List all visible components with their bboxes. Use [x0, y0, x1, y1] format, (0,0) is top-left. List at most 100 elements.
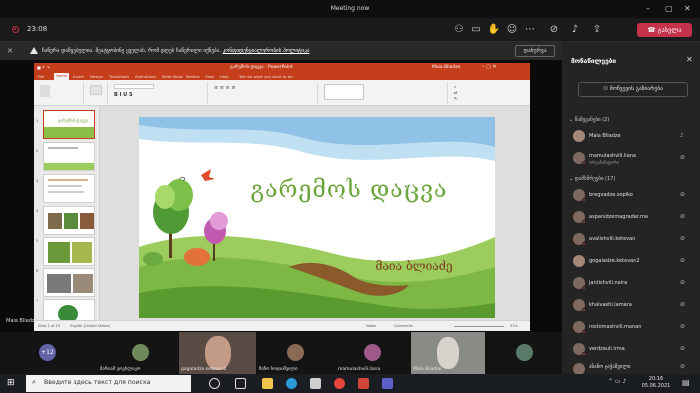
more-options-icon[interactable]: ⋯	[523, 24, 537, 36]
thumb-number: 6	[36, 269, 39, 273]
participant-row[interactable]: Maia Bliadze ♪	[562, 126, 700, 146]
participant-row[interactable]: rostomashvili.manan ⊘	[562, 317, 700, 337]
ppt-tab-review[interactable]: Review	[186, 74, 200, 79]
busy-status-icon	[582, 198, 586, 202]
presenters-section-header[interactable]: ⌄ წამყვანები (2)	[569, 117, 609, 123]
share-invite-button[interactable]: ⚇ მოწვევის გაზიარება	[578, 82, 688, 97]
slide-thumbnail-4[interactable]	[43, 206, 95, 235]
slide-thumbnail-2[interactable]	[43, 142, 95, 171]
video-tile[interactable]: mamulashvili.liana	[336, 332, 410, 374]
avatar	[573, 255, 585, 267]
ppt-slide-thumbnails: 1 გარემოს დაცვა 2 3 4 5 6 7	[34, 106, 100, 328]
ppt-zoom-slider[interactable]	[454, 326, 504, 327]
video-tile[interactable]: Maia Bliadze	[411, 332, 485, 374]
paragraph-icons[interactable]: ≡ ≡ ≡ ≡	[214, 85, 236, 91]
busy-status-icon	[582, 161, 586, 165]
autosave-icon[interactable]: ■ ↶ ↷	[37, 65, 50, 70]
attendees-section-header[interactable]: ⌄ დამსწრეები (17)	[569, 176, 615, 182]
minimize-icon[interactable]: –	[646, 4, 650, 13]
participant-row[interactable]: mamulashvili.liana ორგანიზატორი ⊘	[562, 148, 700, 168]
teams-taskbar-icon[interactable]	[382, 378, 393, 389]
ppt-window-controls-icon[interactable]: – ▢ ✕	[482, 64, 497, 70]
video-tile[interactable]: gogaladze.ketevan2	[179, 332, 256, 374]
taskbar-clock[interactable]: 20:16 05.06.2021	[640, 376, 672, 390]
slide-thumbnail-3[interactable]	[43, 174, 95, 203]
ppt-user-name: Maia Bliadze	[432, 65, 461, 70]
ppt-notes-button[interactable]: Notes	[366, 324, 376, 328]
maximize-icon[interactable]: ▢	[665, 4, 673, 13]
video-tile[interactable]	[486, 332, 562, 374]
windows-start-icon[interactable]: ⊞	[7, 379, 15, 388]
ppt-editing-group[interactable]	[448, 82, 530, 104]
font-name-box[interactable]	[114, 84, 154, 89]
participant-row[interactable]: khalvashi.lamara ⊘	[562, 295, 700, 315]
mic-muted-icon: ⊘	[680, 235, 686, 242]
meeting-controls-bar: 23:08 ⚇ ▭ ✋ ☺ ⋯ ⊘ ♪ ⇪ ☎ გასვლა	[0, 18, 700, 42]
more-participants-badge[interactable]: +12	[39, 344, 56, 361]
recording-notice-banner: ✕ ჩაწერა დაწყებულია. შეატყობინე ყველას, …	[0, 42, 562, 60]
privacy-policy-link[interactable]: კონფიდენციალურობის პოლიტიკა	[223, 48, 310, 54]
ppt-tell-me-search[interactable]: Tell me what you want to do	[239, 74, 293, 79]
close-window-icon[interactable]: ✕	[684, 4, 691, 13]
participant-row[interactable]: jantishvili.naira ⊘	[562, 273, 700, 293]
ppt-tab-transitions[interactable]: Transitions	[109, 74, 129, 79]
video-tile[interactable]: მარიამ ეოგხლიკო	[98, 332, 178, 374]
participants-header: მონაწილეები	[571, 57, 617, 65]
slide-thumbnail-6[interactable]	[43, 268, 95, 297]
chat-icon[interactable]: ▭	[469, 24, 483, 36]
participants-icon[interactable]: ⚇	[452, 24, 466, 36]
participant-row[interactable]: aspanidzemagradar.ma ⊘	[562, 207, 700, 227]
participant-row[interactable]: gogaladze.ketevan2 ⊘	[562, 251, 700, 271]
ppt-tab-file[interactable]: File	[38, 74, 44, 79]
slide-thumbnail-5[interactable]	[43, 237, 95, 266]
participant-name: aspanidzemagradar.ma	[589, 214, 648, 220]
phone-icon: ☎	[647, 26, 658, 34]
paste-icon[interactable]	[40, 85, 50, 97]
ppt-tab-view[interactable]: View	[205, 74, 214, 79]
font-format-icons[interactable]: B I U S	[114, 92, 133, 98]
ppt-tab-insert[interactable]: Insert	[73, 74, 84, 79]
participant-row[interactable]: avalishvili.ketevan ⊘	[562, 229, 700, 249]
participant-name: bregvadze.sopiko	[589, 192, 633, 198]
ppt-tab-home[interactable]: Home	[54, 73, 70, 80]
leave-button[interactable]: ☎ გასვლა	[637, 23, 692, 37]
participant-row[interactable]: verdzauli.irma ⊘	[562, 339, 700, 359]
reactions-icon[interactable]: ☺	[505, 24, 519, 36]
ppt-comments-button[interactable]: Comments	[394, 324, 413, 328]
avatar	[132, 344, 149, 361]
share-screen-icon[interactable]: ⇪	[590, 24, 604, 36]
raise-hand-icon[interactable]: ✋	[487, 24, 501, 36]
chrome-icon[interactable]	[334, 378, 345, 389]
ppt-tab-help[interactable]: Help	[220, 74, 229, 79]
mic-icon[interactable]: ♪	[568, 24, 582, 36]
dismiss-icon[interactable]: ✕	[7, 47, 13, 55]
participant-row[interactable]: bregvadze.sopiko ⊘	[562, 185, 700, 205]
file-explorer-icon[interactable]	[262, 378, 273, 389]
mic-muted-icon: ⊘	[680, 154, 686, 161]
slide-thumbnail-1[interactable]: გარემოს დაცვა	[43, 110, 95, 139]
edge-icon[interactable]	[286, 378, 297, 389]
dismiss-notice-button[interactable]: დახურვა	[515, 45, 555, 57]
task-view-icon[interactable]	[235, 378, 246, 389]
powerpoint-taskbar-icon[interactable]	[358, 378, 369, 389]
new-slide-icon[interactable]	[90, 85, 102, 95]
ppt-tab-animations[interactable]: Animations	[135, 74, 156, 79]
tile-name: Maia Bliadze	[413, 367, 442, 372]
store-icon[interactable]	[310, 378, 321, 389]
cortana-icon[interactable]	[209, 378, 220, 389]
ppt-tab-slideshow[interactable]: Slide Show	[162, 74, 183, 79]
close-panel-icon[interactable]: ✕	[686, 55, 693, 64]
camera-off-icon[interactable]: ⊘	[547, 24, 561, 36]
mic-muted-icon: ⊘	[680, 345, 686, 352]
ppt-tab-design[interactable]: Design	[90, 74, 103, 79]
system-tray-icons[interactable]: ⌃ ▭ ♪	[608, 378, 626, 385]
slide-title: გარემოს დაცვა	[250, 177, 448, 203]
participant-name: gogaladze.ketevan2	[589, 258, 640, 264]
ppt-ribbon-tabs: File Home Insert Design Transitions Anim…	[34, 72, 530, 80]
shapes-gallery[interactable]	[324, 84, 364, 100]
participant-name: verdzauli.irma	[589, 346, 625, 352]
video-tile[interactable]: ნინო ხოჯაიშვილი	[257, 332, 335, 374]
notifications-icon[interactable]: ▤	[682, 378, 690, 387]
taskbar-search-box[interactable]: ⌕ Введите здесь текст для поиска	[26, 375, 191, 392]
find-replace-select-icons[interactable]: ⌕ ⇄ ⇱	[454, 84, 457, 102]
